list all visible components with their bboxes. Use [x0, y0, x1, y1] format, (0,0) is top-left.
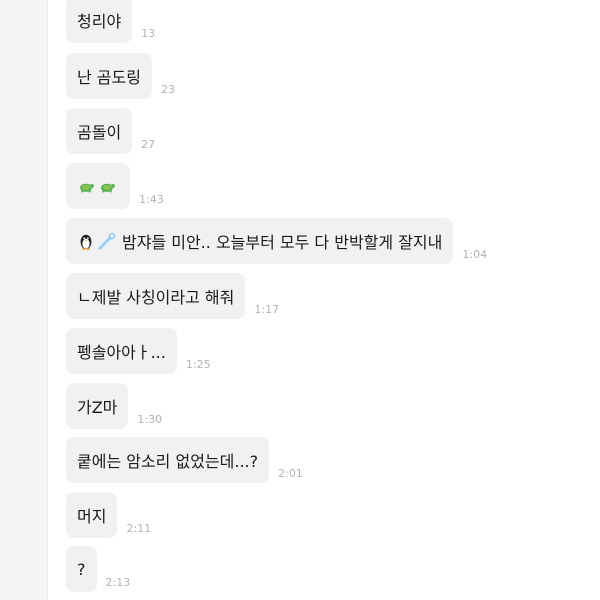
- message-time: 1:25: [185, 358, 211, 371]
- chat-message: ? 2:13: [66, 546, 130, 592]
- message-bubble[interactable]: [66, 163, 130, 209]
- chat-message: 펭솔아아ㅏ... 1:25: [66, 328, 211, 374]
- message-time: 2:11: [126, 522, 152, 535]
- message-time: 1:30: [137, 413, 163, 426]
- message-text: ?: [77, 559, 86, 579]
- message-bubble[interactable]: ?: [66, 546, 97, 592]
- chat-message: 쿹에는 암소리 없었는데...? 2:01: [66, 437, 303, 483]
- message-text: 머지: [77, 507, 107, 526]
- message-time: 27: [141, 138, 156, 151]
- message-text: 난 곰도링: [77, 68, 141, 87]
- message-time: 1:43: [139, 193, 164, 206]
- message-time: 2:13: [105, 576, 131, 589]
- chat-message: ㄴ제발 사칭이라고 해줘 1:17: [66, 273, 279, 319]
- message-bubble[interactable]: 청리야: [66, 0, 133, 43]
- side-panel: [0, 0, 48, 600]
- message-text: ㄴ제발 사칭이라고 해줘: [77, 288, 235, 307]
- chat-message: 곰돌이 27: [66, 108, 155, 154]
- message-text: 청리야: [77, 12, 122, 31]
- turtle-icon: [101, 183, 115, 193]
- message-bubble[interactable]: 머지: [66, 492, 118, 538]
- chat-message-list[interactable]: 청리야 13 난 곰도링 23 곰돌이 27 1:43 밤쟈들 미안.. 오늘부…: [48, 0, 600, 600]
- message-bubble[interactable]: 난 곰도링: [66, 53, 152, 99]
- penguin-icon: [80, 234, 92, 250]
- message-text: 펭솔아아ㅏ...: [77, 343, 166, 362]
- comet-icon: [98, 232, 116, 250]
- chat-message: 청리야 13: [66, 0, 155, 43]
- chat-message: 머지 2:11: [66, 492, 151, 538]
- message-bubble[interactable]: 곰돌이: [66, 108, 133, 154]
- chat-message: 밤쟈들 미안.. 오늘부터 모두 다 반박할게 잘지내 1:04: [66, 218, 487, 264]
- message-time: 13: [141, 27, 156, 40]
- message-time: 23: [160, 83, 175, 96]
- message-text: 쿹에는 암소리 없었는데...?: [77, 452, 259, 471]
- message-text: 밤쟈들 미안.. 오늘부터 모두 다 반박할게 잘지내: [122, 233, 443, 252]
- message-text: 곰돌이: [77, 123, 122, 142]
- message-time: 1:17: [254, 303, 280, 316]
- message-text: 가Z마: [77, 398, 118, 417]
- message-bubble[interactable]: 펭솔아아ㅏ...: [66, 328, 177, 374]
- turtle-icon: [80, 183, 94, 193]
- message-bubble[interactable]: 가Z마: [66, 383, 129, 429]
- message-bubble[interactable]: ㄴ제발 사칭이라고 해줘: [66, 273, 246, 319]
- chat-message: 1:43: [66, 163, 164, 209]
- chat-message: 난 곰도링 23: [66, 53, 175, 99]
- message-bubble[interactable]: 밤쟈들 미안.. 오늘부터 모두 다 반박할게 잘지내: [66, 218, 454, 264]
- message-time: 1:04: [462, 248, 488, 261]
- chat-message: 가Z마 1:30: [66, 383, 162, 429]
- message-time: 2:01: [278, 467, 303, 480]
- message-bubble[interactable]: 쿹에는 암소리 없었는데...?: [66, 437, 270, 483]
